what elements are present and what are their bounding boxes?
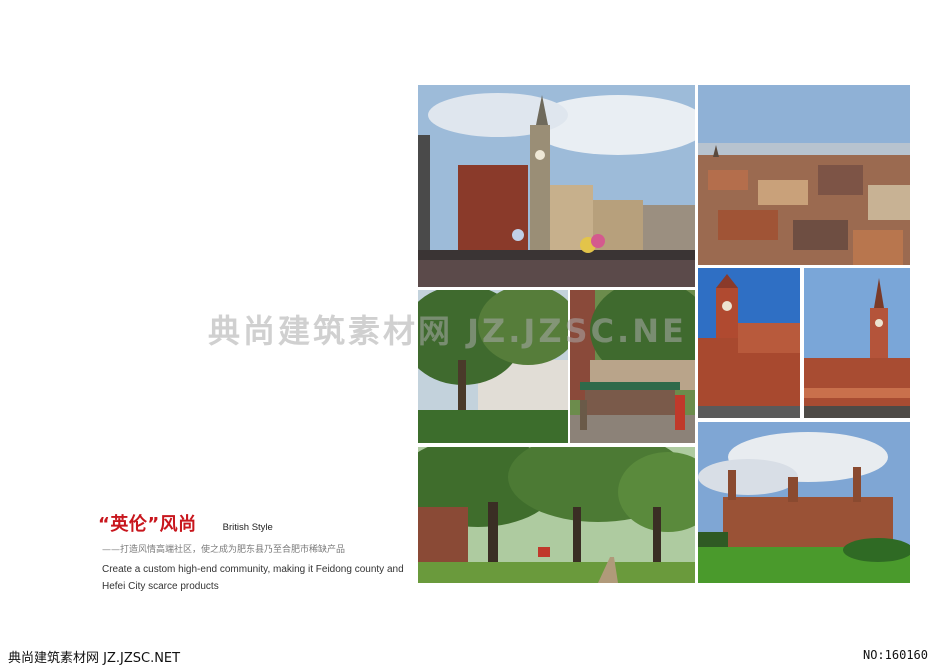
title-row: “英伦”风尚 British Style	[98, 510, 273, 536]
watermark-bottom-left: 典尚建筑素材网 JZ.JZSC.NET	[8, 651, 181, 666]
page-title-english: British Style	[222, 522, 273, 533]
photo-brick-clock-building	[698, 268, 800, 418]
photo-aerial-rooftops	[698, 85, 910, 265]
description-english: Create a custom high-end community, maki…	[102, 564, 404, 592]
photo-gothic-station	[804, 268, 910, 418]
photo-manor-house	[698, 422, 910, 583]
page: “英伦”风尚 British Style ——打造风情高端社区，使之成为肥东县乃…	[0, 0, 950, 671]
photo-clock-tower-street	[418, 85, 695, 287]
photo-tree-avenue	[418, 447, 695, 583]
watermark-serial-number: NO:160160	[862, 648, 928, 662]
photo-tree-street	[418, 290, 568, 443]
photo-market-square	[570, 290, 695, 443]
subtitle-chinese: ——打造风情高端社区，使之成为肥东县乃至合肥市稀缺产品	[102, 545, 346, 555]
page-title: “英伦”风尚	[98, 514, 197, 535]
